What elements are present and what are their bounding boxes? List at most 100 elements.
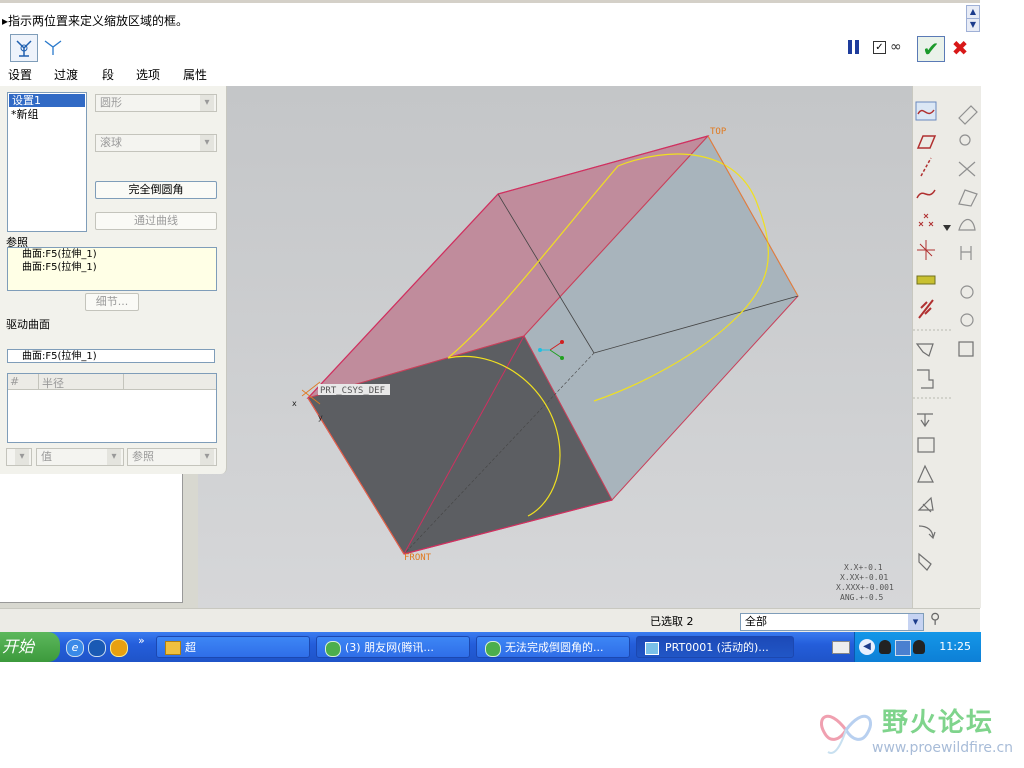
forum-logo-icon — [820, 714, 872, 754]
merge-icon[interactable] — [917, 369, 934, 389]
task-browser-2[interactable]: 无法完成倒圆角的... — [476, 636, 630, 658]
references-collector[interactable]: 曲面:F5(拉伸_1) 曲面:F5(拉伸_1) — [7, 247, 217, 291]
graphics-viewport[interactable]: TOP FRONT PRT_CSYS_DEF x y X.X+-0.1 X.XX… — [198, 86, 912, 608]
qq-tray-icon[interactable] — [879, 640, 891, 654]
shell-icon[interactable] — [917, 437, 935, 453]
driver-surface-field[interactable]: 曲面:F5(拉伸_1) — [7, 349, 215, 363]
reference-item[interactable]: 曲面:F5(拉伸_1) — [8, 261, 216, 274]
shape-select[interactable]: 圆形 — [95, 94, 217, 112]
tolerance-4: ANG.+-0.5 — [840, 593, 884, 602]
proe-window-icon — [645, 642, 659, 655]
col-number: # — [10, 375, 20, 388]
tolerance-2: X.XX+-0.01 — [840, 573, 888, 582]
tab-settings[interactable]: 设置 — [8, 66, 32, 83]
network-tray-icon[interactable] — [895, 640, 911, 656]
model-tree-pane[interactable] — [0, 474, 183, 603]
preview-checkbox[interactable]: ✓ — [873, 41, 886, 54]
datum-tools — [915, 101, 937, 319]
col-divider — [38, 374, 39, 389]
blend-icon[interactable] — [958, 189, 978, 207]
tab-properties[interactable]: 属性 — [183, 66, 207, 83]
value-type-select[interactable]: 值 — [36, 448, 124, 466]
status-indicator-icon: ⚲ — [930, 611, 941, 627]
task-browser-1[interactable]: (3) 朋友网(腾讯... — [316, 636, 470, 658]
pattern-icon[interactable] — [960, 246, 972, 260]
through-curve-button[interactable]: 通过曲线 — [95, 212, 217, 230]
watermark-title: 野火论坛 — [882, 708, 995, 738]
tab-transitions[interactable]: 过渡 — [54, 66, 78, 83]
driver-surface-label: 驱动曲面 — [6, 318, 50, 331]
transition-mode-button[interactable] — [40, 34, 68, 62]
cancel-x-button[interactable]: ✖ — [950, 36, 970, 60]
keyboard-icon[interactable] — [832, 641, 850, 654]
tolerance-1: X.X+-0.1 — [844, 563, 883, 572]
extrude-icon[interactable] — [958, 105, 978, 125]
message-scroll-up-icon[interactable]: ▲ — [966, 5, 980, 19]
method-select[interactable]: 滚球 — [95, 134, 217, 152]
datum-curve-icon[interactable] — [916, 189, 936, 199]
folder-icon — [165, 641, 181, 655]
ok-checkmark-button[interactable]: ✔ — [917, 36, 945, 62]
revolve-icon[interactable] — [959, 134, 971, 146]
datum-top-label: TOP — [710, 127, 727, 137]
full-round-button[interactable]: 完全倒圆角 — [95, 181, 217, 199]
datum-axis-icon[interactable] — [920, 157, 932, 177]
details-button[interactable]: 细节... — [85, 293, 139, 311]
top-strip — [0, 0, 980, 3]
tray-expand-icon[interactable]: ◀ — [859, 639, 875, 655]
axis-x-label: x — [292, 399, 297, 408]
glasses-preview-icon[interactable]: ∞ — [890, 39, 902, 55]
tab-pieces[interactable]: 段 — [102, 66, 114, 83]
point-dropdown-icon[interactable] — [943, 225, 951, 231]
draft-icon[interactable] — [917, 496, 934, 513]
pause-icon[interactable] — [848, 40, 860, 54]
app-quick-icon[interactable] — [110, 639, 128, 657]
style-icon[interactable] — [960, 313, 974, 327]
col-radius: 半径 — [42, 377, 64, 390]
selection-filter-select[interactable]: 全部 — [740, 613, 924, 631]
rib-icon[interactable] — [917, 464, 934, 483]
set-item-1[interactable]: 设置1 — [9, 94, 85, 107]
set-item-new[interactable]: *新组 — [8, 108, 86, 121]
task-proe[interactable]: PRT0001 (活动的)... — [636, 636, 794, 658]
selected-count: 已选取 2 — [650, 615, 694, 628]
ie-icon[interactable]: e — [66, 639, 84, 657]
message-scroll-down-icon[interactable]: ▼ — [966, 18, 980, 32]
radius-value-field[interactable] — [6, 448, 32, 466]
col-divider — [123, 374, 124, 389]
set-mode-button[interactable] — [10, 34, 38, 62]
model-graphics: TOP FRONT PRT_CSYS_DEF x y X.X+-0.1 X.XX… — [292, 127, 894, 602]
chain-icon[interactable] — [918, 299, 934, 319]
system-clock: 11:25 — [939, 640, 971, 653]
message-bar: ▸指示两位置来定义缩放区域的框。 ▲ ▼ — [0, 0, 980, 34]
radius-table[interactable]: # 半径 — [7, 373, 217, 443]
reference-type-select[interactable]: 参照 — [127, 448, 217, 466]
hole-icon[interactable] — [917, 413, 933, 428]
chamfer-icon[interactable] — [918, 552, 932, 571]
sets-list[interactable]: 设置1 *新组 — [7, 92, 87, 232]
boundary-blend-icon[interactable] — [958, 218, 976, 231]
qq-tray-icon-2[interactable] — [913, 640, 925, 654]
variable-section-icon[interactable] — [960, 285, 974, 299]
grid-icon[interactable] — [958, 341, 974, 357]
csys-label: PRT_CSYS_DEF — [320, 386, 385, 396]
task-proe-label: PRT0001 (活动的)... — [665, 641, 769, 654]
start-button[interactable]: 开始 — [0, 632, 60, 662]
round-tool-icon[interactable] — [918, 525, 936, 540]
analysis-icon[interactable] — [916, 275, 936, 285]
datum-csys-icon[interactable] — [917, 240, 935, 260]
tab-options[interactable]: 选项 — [136, 66, 160, 83]
datum-front-label: FRONT — [404, 553, 432, 563]
sweep-icon[interactable] — [958, 161, 976, 177]
reference-item[interactable]: 曲面:F5(拉伸_1) — [8, 248, 216, 261]
task-browser-1-label: (3) 朋友网(腾讯... — [345, 641, 434, 654]
prompt-message: ▸指示两位置来定义缩放区域的框。 — [2, 14, 189, 28]
task-folder[interactable]: 超 — [156, 636, 310, 658]
system-tray: ◀ 11:25 — [854, 632, 981, 662]
quicklaunch-expand[interactable]: » — [138, 634, 145, 647]
browser-icon[interactable] — [88, 639, 106, 657]
mirror-icon[interactable] — [915, 343, 934, 357]
datum-plane-icon[interactable] — [916, 135, 937, 149]
datum-point-icon[interactable] — [918, 213, 934, 227]
status-bar: 已选取 2 全部 ⚲ — [0, 608, 980, 633]
